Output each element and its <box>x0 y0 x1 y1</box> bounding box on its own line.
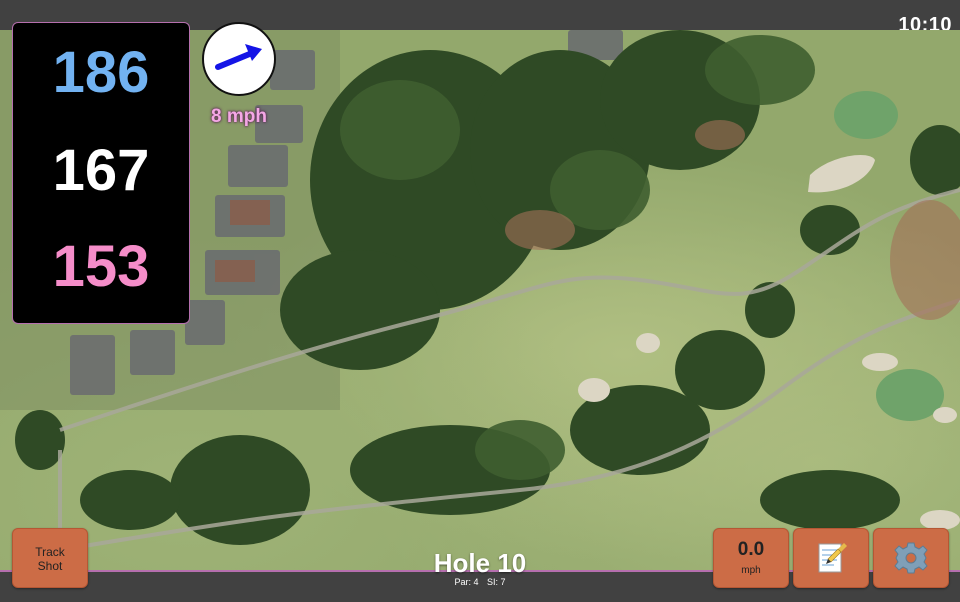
speed-value: 0.0 <box>737 539 765 560</box>
speed-unit: mph <box>741 565 761 576</box>
back-distance: 186 <box>52 40 150 105</box>
track-shot-label-line2: Shot <box>37 559 63 573</box>
notes-button[interactable] <box>793 528 869 588</box>
notepad-icon <box>818 543 847 573</box>
distance-panel: 186 167 153 <box>12 22 190 324</box>
hole-par: Par: 4 <box>454 577 479 587</box>
hole-title: Hole 10 <box>433 548 527 578</box>
track-shot-label-line1: Track <box>35 545 65 559</box>
track-shot-button[interactable]: Track Shot <box>12 528 88 588</box>
hole-info: Par: 4 SI: 7 <box>380 577 580 587</box>
hole-stroke-index: SI: 7 <box>487 577 506 587</box>
wind-indicator <box>202 22 276 96</box>
wind-direction-arrow-icon <box>215 44 262 70</box>
settings-button[interactable] <box>873 528 949 588</box>
wind-speed-label: 8 mph <box>211 106 267 127</box>
middle-distance: 167 <box>52 138 150 203</box>
speed-button[interactable]: 0.0 mph <box>713 528 789 588</box>
front-distance: 153 <box>52 234 150 299</box>
gear-icon <box>894 542 928 574</box>
